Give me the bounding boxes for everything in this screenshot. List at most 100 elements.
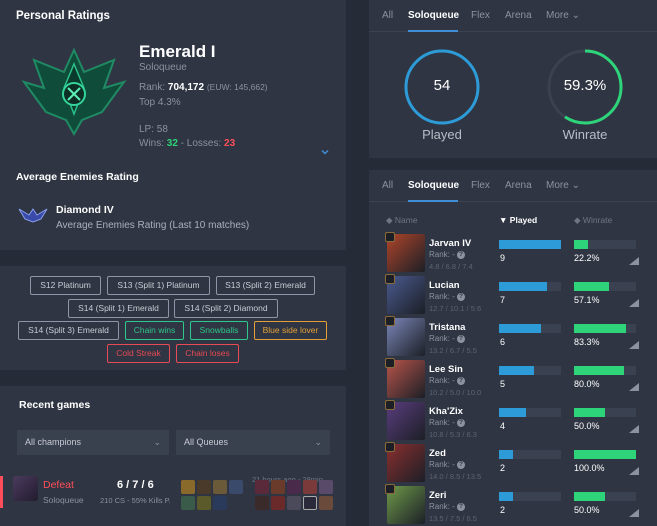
played-bar xyxy=(499,366,534,375)
active-tab-underline xyxy=(408,200,458,202)
played-bar xyxy=(499,450,513,459)
player-icon xyxy=(287,480,301,494)
champion-rank: Rank: - ? xyxy=(429,250,466,259)
winrate-bar xyxy=(574,282,610,291)
player-icon xyxy=(271,496,285,510)
tab-all[interactable]: All xyxy=(382,10,393,21)
chevron-down-icon: ⌄ xyxy=(571,180,580,191)
tier-queue: Soloqueue xyxy=(139,62,187,73)
winrate-percent: 80.0% xyxy=(574,379,600,389)
tab-flex[interactable]: Flex xyxy=(471,180,490,191)
lp-value: LP: 58 xyxy=(139,124,168,135)
champion-rank-label: Rank: - xyxy=(429,460,455,469)
tab-more[interactable]: More ⌄ xyxy=(546,180,580,191)
champion-name: Lucian xyxy=(429,280,460,291)
winrate-percent: 22.2% xyxy=(574,253,600,263)
winrate-percent: 57.1% xyxy=(574,295,600,305)
game-row[interactable]: Defeat Soloqueue 6 / 7 / 6 210 CS - 55% … xyxy=(0,471,346,526)
tab-soloqueue[interactable]: Soloqueue xyxy=(408,10,459,21)
played-bar-track xyxy=(499,282,561,291)
item-icon xyxy=(197,480,211,494)
wins-label: Wins: xyxy=(139,138,167,149)
losses-label: - Losses: xyxy=(177,138,225,149)
item-icon xyxy=(213,480,227,494)
tab-arena[interactable]: Arena xyxy=(505,10,532,21)
player-icon xyxy=(255,496,269,510)
queue-filter-value: All Queues xyxy=(184,437,229,447)
sort-icon: ◆ xyxy=(386,215,393,225)
signal-bars-icon xyxy=(629,299,639,307)
mastery-badge-icon xyxy=(385,358,395,368)
defeat-indicator xyxy=(0,476,3,508)
losses-value: 23 xyxy=(224,138,236,149)
champion-row[interactable]: Lucian Rank: - ? 12.7 / 10.1 / 5.6 7 57.1% xyxy=(369,274,657,316)
winrate-bar-track xyxy=(574,324,636,333)
champion-rank: Rank: - ? xyxy=(429,334,466,343)
winrate-percent: 50.0% xyxy=(574,421,600,431)
sort-desc-icon: ▼ xyxy=(499,215,508,225)
tag: Chain wins xyxy=(125,321,184,340)
winrate-bar-track xyxy=(574,408,636,417)
played-bar xyxy=(499,492,513,501)
avg-enemies-desc: Average Enemies Rating (Last 10 matches) xyxy=(56,220,250,231)
player-icon xyxy=(255,480,269,494)
wins-value: 32 xyxy=(166,138,178,149)
played-bar-track xyxy=(499,324,561,333)
tab-all[interactable]: All xyxy=(382,180,393,191)
champion-row[interactable]: Tristana Rank: - ? 13.2 / 6.7 / 5.5 6 83.3% xyxy=(369,316,657,358)
winrate-percent: 50.0% xyxy=(574,505,600,515)
champion-row[interactable]: Zeri Rank: - ? 13.5 / 7.5 / 6.5 2 50.0% xyxy=(369,484,657,526)
tab-flex[interactable]: Flex xyxy=(471,10,490,21)
champion-name: Kha'Zix xyxy=(429,406,463,417)
avg-enemies-tier: Diamond IV xyxy=(56,204,114,216)
played-count: 2 xyxy=(500,505,506,515)
help-icon[interactable]: ? xyxy=(457,334,466,343)
played-bar-track xyxy=(499,366,561,375)
winrate-bar xyxy=(574,366,624,375)
help-icon[interactable]: ? xyxy=(457,292,466,301)
played-label: Played xyxy=(422,127,462,142)
tag: Blue side lover xyxy=(254,321,327,340)
tab-soloqueue[interactable]: Soloqueue xyxy=(408,180,459,191)
champion-name: Tristana xyxy=(429,322,466,333)
tab-arena[interactable]: Arena xyxy=(505,180,532,191)
champion-row[interactable]: Zed Rank: - ? 14.0 / 8.5 / 13.5 2 100.0% xyxy=(369,442,657,484)
champion-name: Lee Sin xyxy=(429,364,463,375)
winrate-bar xyxy=(574,240,588,249)
played-count: 9 xyxy=(500,253,506,263)
tag: S13 (Split 2) Emerald xyxy=(216,276,315,295)
champion-rank: Rank: - ? xyxy=(429,460,466,469)
col-winrate-header[interactable]: ◆ Winrate xyxy=(574,215,612,226)
winrate-percent: 100.0% xyxy=(574,463,605,473)
tab-more[interactable]: More ⌄ xyxy=(546,10,580,21)
champion-rank-label: Rank: - xyxy=(429,502,455,511)
col-played-header[interactable]: ▼ Played xyxy=(499,215,537,225)
help-icon[interactable]: ? xyxy=(457,460,466,469)
champion-row[interactable]: Lee Sin Rank: - ? 10.2 / 5.0 / 10.0 5 80.0% xyxy=(369,358,657,400)
signal-bars-icon xyxy=(629,341,639,349)
champion-name: Jarvan IV xyxy=(429,238,472,249)
player-icon xyxy=(319,480,333,494)
champion-rank: Rank: - ? xyxy=(429,292,466,301)
col-played-label: Played xyxy=(509,215,538,225)
col-name-header[interactable]: ◆ Name xyxy=(386,215,418,226)
champion-filter-select[interactable]: All champions ⌄ xyxy=(17,430,169,455)
chevron-down-icon[interactable] xyxy=(320,147,330,157)
help-icon[interactable]: ? xyxy=(457,250,466,259)
winrate-bar xyxy=(574,492,605,501)
queue-filter-select[interactable]: All Queues ⌄ xyxy=(176,430,330,455)
champion-kda: 13.5 / 7.5 / 6.5 xyxy=(429,514,477,523)
help-icon[interactable]: ? xyxy=(457,376,466,385)
winrate-bar-track xyxy=(574,282,636,291)
champion-row[interactable]: Jarvan IV Rank: - ? 4.8 / 6.8 / 7.4 9 22.2% xyxy=(369,232,657,274)
rank-line: Rank: 704,172 (EUW: 145,662) xyxy=(139,82,268,93)
active-tab-underline xyxy=(408,30,458,32)
queue-tabs: All Soloqueue Flex Arena More ⌄ xyxy=(369,0,657,32)
champion-row[interactable]: Kha'Zix Rank: - ? 10.8 / 5.3 / 6.3 4 50.0% xyxy=(369,400,657,442)
help-icon[interactable]: ? xyxy=(457,502,466,511)
game-kda: 6 / 7 / 6 xyxy=(117,479,154,491)
personal-ratings-panel: Personal Ratings Emerald I Soloqueue Ran… xyxy=(0,0,346,250)
help-icon[interactable]: ? xyxy=(457,418,466,427)
rank-value: 704,172 xyxy=(167,82,205,93)
champion-rank-label: Rank: - xyxy=(429,292,455,301)
